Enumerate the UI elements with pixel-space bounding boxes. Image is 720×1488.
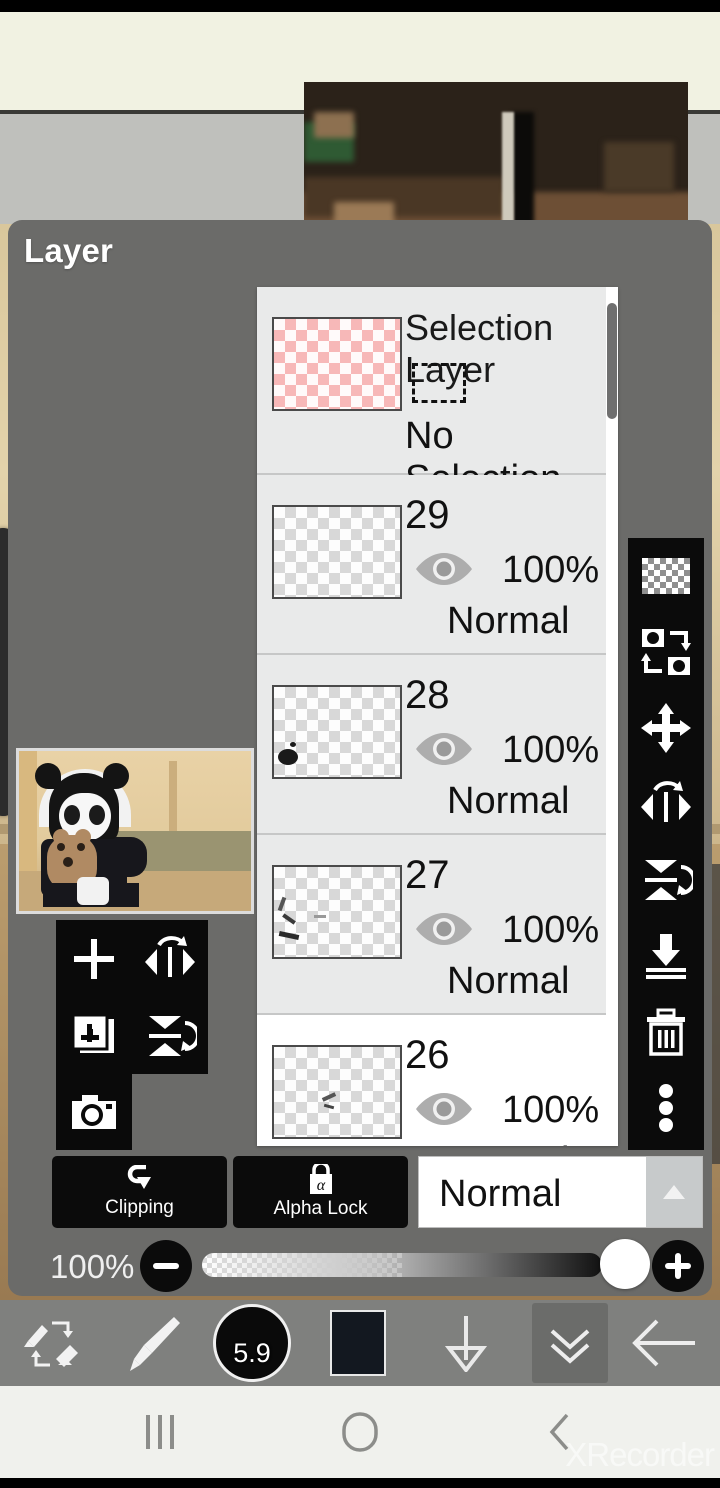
layer-name: 29 xyxy=(405,493,450,537)
add-layer-plus-icon[interactable] xyxy=(56,920,132,997)
clipping-label: Clipping xyxy=(105,1197,174,1218)
eye-icon[interactable] xyxy=(413,909,475,949)
layer-thumbnail xyxy=(272,685,402,779)
dashed-selection-icon xyxy=(412,363,466,403)
layer-row-26[interactable]: 26 100% Normal xyxy=(257,1015,618,1146)
minus-icon[interactable] xyxy=(140,1240,192,1292)
eye-icon[interactable] xyxy=(413,1089,475,1129)
opacity-slider-knob[interactable] xyxy=(600,1239,650,1289)
triangle-up-icon[interactable] xyxy=(646,1157,702,1227)
layer-tool-rail xyxy=(628,538,704,1150)
layer-thumbnail xyxy=(272,505,402,599)
clipping-arrow-icon xyxy=(122,1165,158,1195)
brush-size-value: 5.9 xyxy=(233,1337,271,1368)
brush-eraser-swap-icon[interactable] xyxy=(0,1300,106,1386)
arrow-down-icon[interactable] xyxy=(416,1300,516,1386)
alpha-lock-icon: α xyxy=(306,1164,336,1196)
flip-vertical-icon[interactable] xyxy=(628,842,704,918)
opacity-slider-track[interactable] xyxy=(202,1253,602,1277)
plus-icon[interactable] xyxy=(652,1240,704,1292)
layer-quick-actions xyxy=(56,920,208,1074)
double-chevron-down-icon[interactable] xyxy=(532,1300,608,1386)
layer-blend-mode: Normal xyxy=(447,1140,569,1146)
layer-row-28[interactable]: 28 100% Normal xyxy=(257,655,618,835)
scrollbar-thumb[interactable] xyxy=(607,303,617,419)
brush-size-button[interactable]: 5.9 xyxy=(204,1300,300,1386)
selection-layer-row[interactable]: Selection Layer No Selection xyxy=(257,287,618,500)
blend-mode-value: Normal xyxy=(439,1173,562,1215)
arrow-left-icon[interactable] xyxy=(608,1300,720,1386)
layer-row-27[interactable]: 27 100% Normal xyxy=(257,835,618,1015)
status-bar xyxy=(0,0,720,12)
svg-text:α: α xyxy=(316,1177,325,1194)
layer-opacity: 100% xyxy=(502,1089,600,1131)
flip-horizontal-icon[interactable] xyxy=(132,920,208,997)
bottom-toolbar: 5.9 xyxy=(0,1300,720,1386)
layer-blend-mode: Normal xyxy=(447,960,570,1002)
trash-icon[interactable] xyxy=(628,994,704,1070)
transparency-checker-icon[interactable] xyxy=(628,538,704,614)
flip-vertical-icon[interactable] xyxy=(132,997,208,1074)
layer-blend-mode: Normal xyxy=(447,600,570,642)
panel-title: Layer xyxy=(24,232,114,269)
swap-layers-icon[interactable] xyxy=(628,614,704,690)
eye-icon[interactable] xyxy=(413,729,475,769)
layer-thumbnail xyxy=(272,1045,402,1139)
flip-horizontal-icon[interactable] xyxy=(628,766,704,842)
layer-name: 26 xyxy=(405,1033,450,1077)
eye-icon[interactable] xyxy=(413,549,475,589)
alpha-lock-button[interactable]: α Alpha Lock xyxy=(233,1156,408,1228)
alpha-lock-label: Alpha Lock xyxy=(273,1198,368,1219)
duplicate-layer-icon[interactable] xyxy=(56,997,132,1074)
more-vertical-icon[interactable] xyxy=(628,1070,704,1146)
opacity-value: 100% xyxy=(50,1248,135,1285)
layer-row-29[interactable]: 29 100% Normal xyxy=(257,475,618,655)
move-arrows-icon[interactable] xyxy=(628,690,704,766)
layer-camera-action xyxy=(56,1074,132,1150)
clipping-button[interactable]: Clipping xyxy=(52,1156,227,1228)
camera-icon[interactable] xyxy=(56,1074,132,1151)
layer-opacity: 100% xyxy=(502,909,600,951)
checkerboard-pink-thumbnail xyxy=(272,317,402,411)
layer-list[interactable]: Selection Layer No Selection 29 100% Nor… xyxy=(257,287,618,1146)
layer-opacity: 100% xyxy=(502,729,600,771)
canvas-preview-thumbnail[interactable] xyxy=(16,748,254,914)
color-swatch-icon[interactable] xyxy=(300,1300,416,1386)
layer-thumbnail xyxy=(272,865,402,959)
layer-name: 28 xyxy=(405,673,450,717)
merge-down-icon[interactable] xyxy=(628,918,704,994)
layer-name: 27 xyxy=(405,853,450,897)
opacity-control: 100% xyxy=(50,1238,710,1294)
bottom-black-bar xyxy=(0,1478,720,1488)
screen-recorder-watermark: XRecorder xyxy=(565,1436,715,1473)
blend-mode-select[interactable]: Normal xyxy=(418,1156,703,1228)
layer-list-scrollbar[interactable] xyxy=(606,287,618,1146)
screen-root: Layer Selection Layer No 29 100% Normal … xyxy=(0,0,720,1488)
layer-opacity: 100% xyxy=(502,549,600,591)
brush-icon[interactable] xyxy=(106,1300,204,1386)
layer-blend-mode: Normal xyxy=(447,780,570,822)
